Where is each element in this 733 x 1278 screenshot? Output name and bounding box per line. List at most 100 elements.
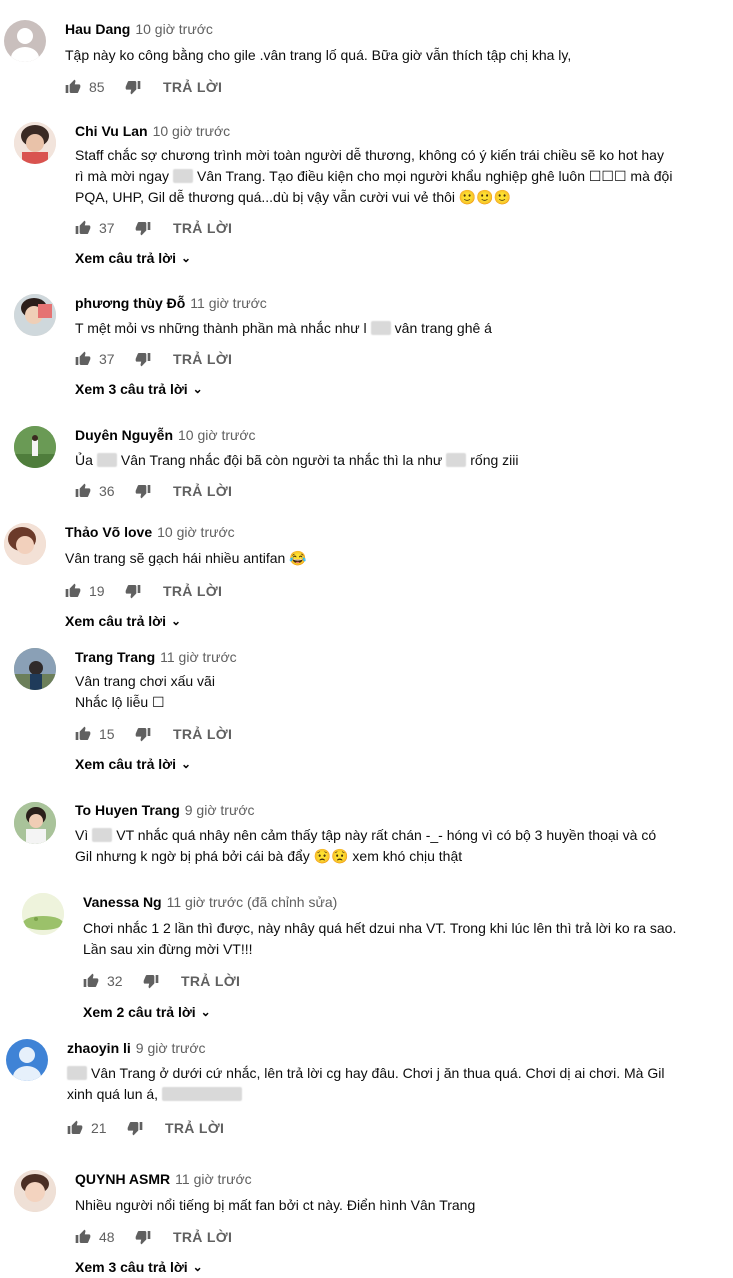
- view-replies-button[interactable]: Xem câu trả lời ⌄: [65, 613, 181, 629]
- view-replies-label: Xem 3 câu trả lời: [75, 381, 188, 397]
- thumbs-down-icon[interactable]: [125, 79, 141, 95]
- comment-author[interactable]: Chi Vu Lan: [75, 123, 148, 139]
- comment-text-line: Vì VT nhắc quá nhây nên cảm thấy tập này …: [75, 825, 725, 846]
- view-replies-label: Xem câu trả lời: [65, 613, 166, 629]
- redacted-text: [67, 1066, 87, 1080]
- view-replies-button[interactable]: Xem câu trả lời ⌄: [75, 250, 191, 266]
- redacted-text: [162, 1087, 243, 1101]
- thumbs-down-icon[interactable]: [135, 351, 151, 367]
- avatar[interactable]: [14, 802, 56, 844]
- avatar[interactable]: [4, 20, 46, 62]
- like-count: 37: [99, 351, 115, 367]
- comment-time[interactable]: 9 giờ trước: [136, 1040, 206, 1056]
- view-replies-button[interactable]: Xem 3 câu trả lời ⌄: [75, 1259, 203, 1275]
- view-replies-label: Xem 2 câu trả lời: [83, 1004, 196, 1020]
- avatar-photo-icon: [4, 523, 46, 565]
- reply-button[interactable]: TRẢ LỜI: [163, 583, 222, 599]
- default-user-icon: [13, 1047, 41, 1081]
- comment-time[interactable]: 11 giờ trước: [160, 649, 237, 665]
- thumbs-down-icon[interactable]: [135, 220, 151, 236]
- comment-author[interactable]: zhaoyin li: [67, 1040, 131, 1056]
- like-count: 32: [107, 973, 123, 989]
- avatar[interactable]: [14, 294, 56, 336]
- avatar-photo-icon: [14, 802, 56, 844]
- avatar[interactable]: [14, 1170, 56, 1212]
- comment-author[interactable]: Vanessa Ng: [83, 894, 162, 910]
- reply-button[interactable]: TRẢ LỜI: [173, 1229, 232, 1245]
- comment-text: Ủa Vân Trang nhắc đội bã còn người ta nhắ…: [75, 450, 725, 471]
- avatar[interactable]: [6, 1039, 48, 1081]
- thumbs-down-icon[interactable]: [127, 1120, 143, 1136]
- comment-text: Staff chắc sợ chương trình mời toàn ngườ…: [75, 145, 725, 208]
- reply-button[interactable]: TRẢ LỜI: [173, 483, 232, 499]
- reply-button[interactable]: TRẢ LỜI: [165, 1120, 224, 1136]
- comment-time[interactable]: 11 giờ trước (đã chỉnh sửa): [167, 894, 338, 910]
- comment-time[interactable]: 10 giờ trước: [157, 524, 235, 540]
- chevron-down-icon: ⌄: [181, 757, 192, 771]
- comment-text: Vân Trang ở dưới cứ nhắc, lên trả lời cg…: [67, 1063, 717, 1105]
- comment-time[interactable]: 9 giờ trước: [185, 802, 255, 818]
- thumbs-up-icon[interactable]: [75, 351, 91, 367]
- reply-button[interactable]: TRẢ LỜI: [173, 220, 232, 236]
- thumbs-up-icon[interactable]: [75, 1229, 91, 1245]
- comment-author[interactable]: Thảo Võ love: [65, 524, 152, 540]
- comment-text: Vân trang chơi xấu vãi Nhắc lộ liễu ☐: [75, 671, 725, 713]
- comment-meta: Hau Dang 10 giờ trước: [65, 21, 213, 37]
- avatar[interactable]: [14, 648, 56, 690]
- thumbs-up-icon[interactable]: [65, 79, 81, 95]
- reply-button[interactable]: TRẢ LỜI: [173, 726, 232, 742]
- comment-text-fragment: rống ziii: [470, 452, 519, 468]
- view-replies-button[interactable]: Xem câu trả lời ⌄: [75, 756, 191, 772]
- thumbs-down-icon[interactable]: [135, 483, 151, 499]
- chevron-down-icon: ⌄: [181, 251, 192, 265]
- thumbs-down-icon[interactable]: [125, 583, 141, 599]
- thumbs-up-icon[interactable]: [75, 483, 91, 499]
- thumbs-up-icon[interactable]: [67, 1120, 83, 1136]
- comment-time[interactable]: 10 giờ trước: [178, 427, 256, 443]
- comment-text-line: Gil nhưng k ngờ bị phá bởi cái bà đẩy 😟😟…: [75, 848, 463, 864]
- avatar-photo-icon: [14, 426, 56, 468]
- like-count: 36: [99, 483, 115, 499]
- thumbs-up-icon[interactable]: [75, 220, 91, 236]
- redacted-text: [370, 321, 391, 335]
- avatar[interactable]: [14, 426, 56, 468]
- comment-text-fragment: VT nhắc quá nhây nên cảm thấy tập này rấ…: [116, 827, 657, 843]
- avatar[interactable]: [22, 893, 64, 935]
- comment-actions: 36 TRẢ LỜI: [75, 483, 232, 499]
- avatar[interactable]: [14, 122, 56, 164]
- avatar-photo-icon: [14, 648, 56, 690]
- comment-author[interactable]: Hau Dang: [65, 21, 130, 37]
- comment-meta: QUYNH ASMR 11 giờ trước: [75, 1171, 252, 1187]
- like-count: 15: [99, 726, 115, 742]
- thumbs-up-icon[interactable]: [75, 726, 91, 742]
- comment-author[interactable]: Duyên Nguyễn: [75, 427, 173, 443]
- comment-text-fragment: T mệt mỏi vs những thành phần mà nhắc nh…: [75, 320, 367, 336]
- comment-time[interactable]: 10 giờ trước: [135, 21, 213, 37]
- thumbs-down-icon[interactable]: [135, 726, 151, 742]
- thumbs-up-icon[interactable]: [83, 973, 99, 989]
- comment-text-fragment: rì mà mời ngay: [75, 168, 169, 184]
- comment-text-line: xinh quá lun á,: [67, 1084, 717, 1105]
- comment-author[interactable]: QUYNH ASMR: [75, 1171, 170, 1187]
- comment-text-line: Staff chắc sợ chương trình mời toàn ngườ…: [75, 147, 664, 163]
- comment-time[interactable]: 10 giờ trước: [153, 123, 231, 139]
- chevron-down-icon: ⌄: [200, 1005, 211, 1019]
- comment-time[interactable]: 11 giờ trước: [190, 295, 267, 311]
- thumbs-down-icon[interactable]: [135, 1229, 151, 1245]
- view-replies-button[interactable]: Xem 3 câu trả lời ⌄: [75, 381, 203, 397]
- chevron-down-icon: ⌄: [171, 614, 182, 628]
- comment-author[interactable]: Trang Trang: [75, 649, 155, 665]
- comment-author[interactable]: phương thùy Đỗ: [75, 295, 185, 311]
- reply-button[interactable]: TRẢ LỜI: [163, 79, 222, 95]
- reply-button[interactable]: TRẢ LỜI: [181, 973, 240, 989]
- comment-author[interactable]: To Huyen Trang: [75, 802, 180, 818]
- reply-button[interactable]: TRẢ LỜI: [173, 351, 232, 367]
- avatar[interactable]: [4, 523, 46, 565]
- chevron-down-icon: ⌄: [192, 1260, 203, 1274]
- redacted-text: [92, 828, 113, 842]
- view-replies-button[interactable]: Xem 2 câu trả lời ⌄: [83, 1004, 211, 1020]
- comment-time[interactable]: 11 giờ trước: [175, 1171, 252, 1187]
- comment-actions: 21 TRẢ LỜI: [67, 1120, 224, 1136]
- thumbs-down-icon[interactable]: [143, 973, 159, 989]
- thumbs-up-icon[interactable]: [65, 583, 81, 599]
